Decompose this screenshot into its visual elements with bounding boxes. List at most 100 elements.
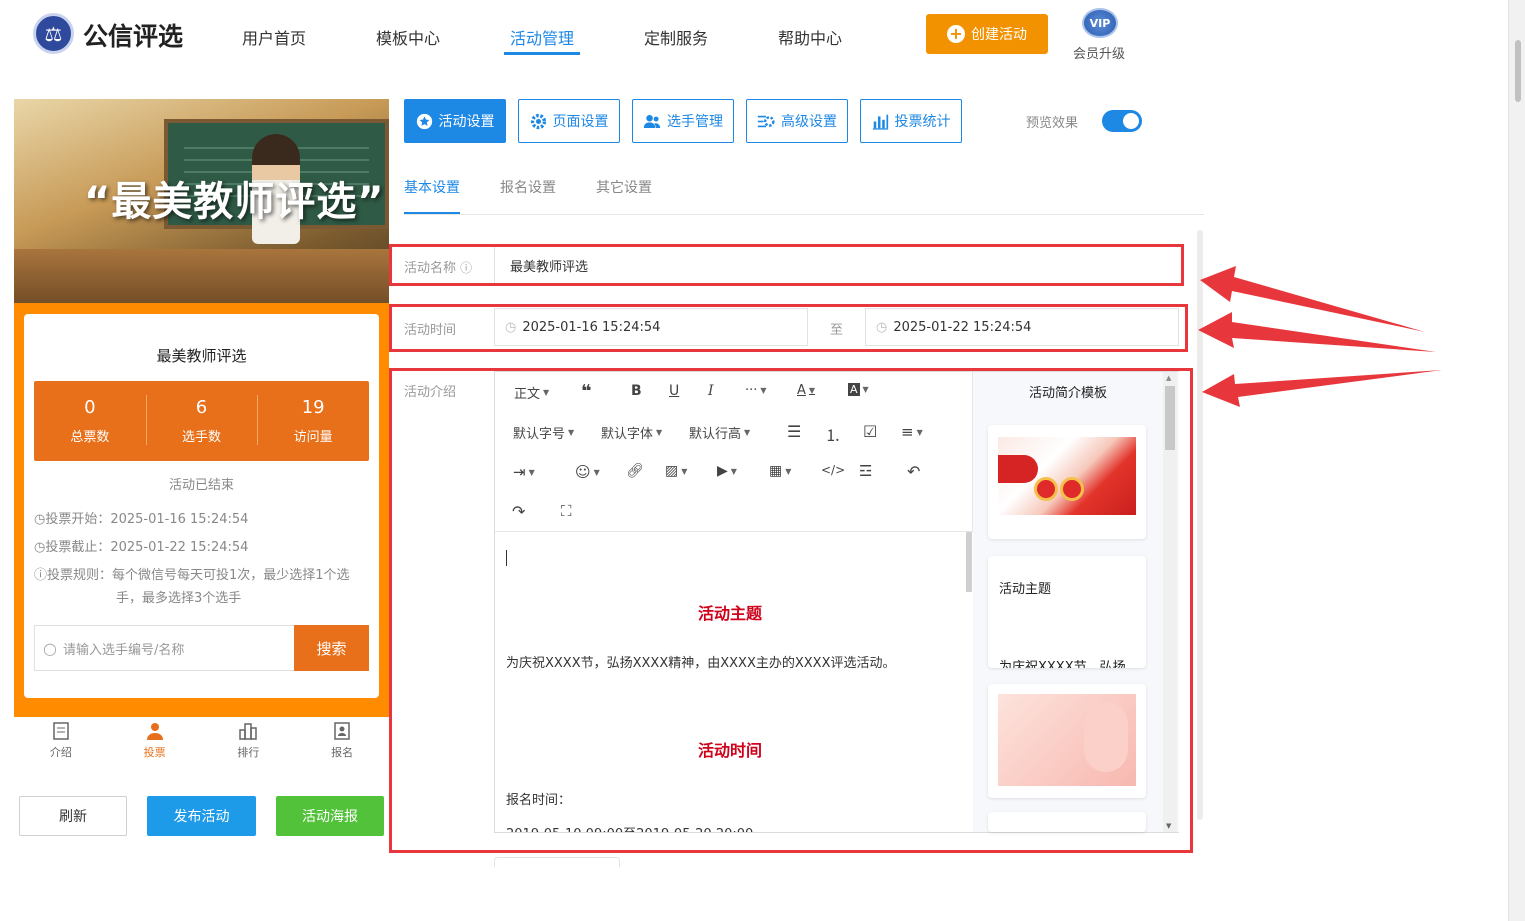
nav-custom-service[interactable]: 定制服务 bbox=[644, 25, 708, 49]
code-icon[interactable]: </> bbox=[821, 463, 845, 477]
candidate-management-button[interactable]: 选手管理 bbox=[632, 99, 734, 143]
page-settings-label: 页面设置 bbox=[552, 114, 609, 130]
stat-value: 6 bbox=[195, 397, 208, 418]
template-card-red[interactable] bbox=[988, 425, 1146, 539]
tab-signup[interactable]: 报名 bbox=[295, 717, 389, 767]
image-icon[interactable]: ▨ ▼ bbox=[665, 463, 687, 479]
activity-poster-button[interactable]: 活动海报 bbox=[276, 796, 384, 836]
logo-text[interactable]: 公信评选 bbox=[83, 17, 183, 53]
numbered-list-icon[interactable]: ⒈ bbox=[825, 422, 841, 446]
link-icon[interactable]: 🔗︎ bbox=[626, 463, 644, 479]
stat-candidates: 6 选手数 bbox=[145, 381, 258, 461]
search-button[interactable]: 搜索 bbox=[294, 625, 369, 671]
banner-title: “最美教师评选” bbox=[84, 179, 385, 225]
candidate-search-input[interactable]: ○ 请输入选手编号/名称 bbox=[34, 625, 294, 671]
emoji-icon[interactable]: ☺ ▼ bbox=[575, 463, 600, 481]
divider-icon[interactable]: ☲ bbox=[859, 462, 872, 480]
tab-intro[interactable]: 介绍 bbox=[14, 717, 108, 767]
publish-activity-button[interactable]: 发布活动 bbox=[147, 796, 256, 836]
template-card-text[interactable]: 活动主题 为庆祝XXXX节，弘扬 bbox=[988, 556, 1146, 668]
create-activity-label: 创建活动 bbox=[971, 27, 1027, 43]
tab-vote[interactable]: 投票 bbox=[108, 717, 202, 767]
tab-rank[interactable]: 排行 bbox=[202, 717, 296, 767]
nav-activity-management[interactable]: 活动管理 bbox=[510, 25, 574, 49]
rich-text-editor: 正文 ▼ ❝ B U I ··· ▼ A ▼ A ▼ 默认字号 ▼ 默认字体 ▼ 默认行高 ▼… bbox=[494, 371, 1179, 833]
tab-rank-label: 排行 bbox=[237, 746, 260, 759]
start-time-input[interactable]: ◷ 2025-01-16 15:24:54 bbox=[494, 308, 808, 346]
vip-upgrade-link[interactable]: 会员升级 bbox=[1073, 43, 1125, 62]
activity-banner-image: “最美教师评选” bbox=[14, 99, 389, 303]
activity-name-value: 最美教师评选 bbox=[510, 259, 589, 275]
preview-card-title: 最美教师评选 bbox=[156, 347, 247, 365]
text-cursor bbox=[506, 550, 507, 566]
tab-vote-label: 投票 bbox=[143, 746, 166, 759]
paragraph-select[interactable]: 正文 ▼ bbox=[514, 383, 549, 402]
logo-icon[interactable]: ⚖ bbox=[33, 13, 74, 54]
font-family-select[interactable]: 默认字体 ▼ bbox=[601, 423, 662, 442]
tab-other-settings[interactable]: 其它设置 bbox=[596, 177, 652, 197]
fullscreen-icon[interactable]: ⛶ bbox=[561, 502, 572, 520]
vote-statistics-button[interactable]: 投票统计 bbox=[860, 99, 962, 143]
checklist-icon[interactable]: ☑ bbox=[863, 422, 877, 441]
nav-template-center[interactable]: 模板中心 bbox=[376, 25, 440, 49]
activity-settings-button[interactable]: 活动设置 bbox=[404, 99, 506, 143]
underline-button[interactable]: U bbox=[669, 383, 679, 399]
page-settings-button[interactable]: 页面设置 bbox=[518, 99, 620, 143]
background-color-button[interactable]: A ▼ bbox=[848, 383, 869, 396]
plus-icon: + bbox=[947, 25, 965, 43]
refresh-button[interactable]: 刷新 bbox=[19, 796, 127, 836]
search-icon: ○ bbox=[43, 638, 57, 658]
ranking-icon bbox=[239, 723, 258, 740]
font-size-select[interactable]: 默认字号 ▼ bbox=[513, 423, 574, 442]
sliders-icon bbox=[757, 115, 775, 127]
bullet-list-icon[interactable]: ☰ bbox=[787, 422, 801, 441]
italic-button[interactable]: I bbox=[708, 383, 714, 399]
quote-icon[interactable]: ❝ bbox=[581, 381, 592, 402]
help-icon[interactable]: ⓘ bbox=[460, 261, 472, 275]
content-signup-time: 报名时间： bbox=[506, 793, 572, 808]
stat-total-votes: 0 总票数 bbox=[34, 381, 146, 461]
template-card-pink[interactable] bbox=[988, 684, 1146, 798]
preview-effect-toggle[interactable] bbox=[1102, 110, 1142, 132]
more-button[interactable]: ··· ▼ bbox=[745, 383, 767, 398]
indent-icon[interactable]: ⇥ ▼ bbox=[513, 463, 535, 481]
template-scrollbar[interactable]: ▲ ▼ bbox=[1163, 372, 1177, 832]
settings-scrollbar[interactable] bbox=[1197, 230, 1203, 820]
template-scrollbar-thumb[interactable] bbox=[1165, 386, 1175, 450]
bold-button[interactable]: B bbox=[631, 383, 642, 399]
table-icon[interactable]: ▦ ▼ bbox=[769, 463, 791, 479]
page-scrollbar[interactable] bbox=[1508, 0, 1525, 921]
gear-icon bbox=[530, 113, 546, 129]
create-activity-button[interactable]: + 创建活动 bbox=[926, 14, 1048, 54]
template-card-next[interactable] bbox=[988, 812, 1146, 832]
vote-end-text: 投票截止：2025-01-22 15:24:54 bbox=[45, 540, 249, 555]
line-height-select[interactable]: 默认行高 ▼ bbox=[689, 423, 750, 442]
undo-icon[interactable]: ↶ bbox=[907, 462, 920, 481]
tab-basic-settings[interactable]: 基本设置 bbox=[404, 177, 460, 197]
vote-rule-info: ⓘ投票规则：每个微信号每天可投1次，最少选择1个选 bbox=[34, 564, 350, 587]
editor-scrollbar[interactable] bbox=[966, 532, 972, 592]
nav-active-indicator bbox=[504, 52, 580, 55]
font-color-button[interactable]: A ▼ bbox=[797, 383, 815, 398]
nav-user-home[interactable]: 用户首页 bbox=[242, 25, 306, 49]
stat-value: 19 bbox=[301, 397, 325, 418]
align-icon[interactable]: ≡ ▼ bbox=[901, 423, 923, 441]
activity-name-input[interactable]: 最美教师评选 bbox=[494, 247, 1179, 283]
signup-icon bbox=[334, 722, 350, 740]
end-time-value: 2025-01-22 15:24:54 bbox=[893, 319, 1032, 335]
vip-icon[interactable]: VIP bbox=[1082, 8, 1118, 38]
nav-help-center[interactable]: 帮助中心 bbox=[778, 25, 842, 49]
subtab-divider bbox=[404, 214, 1204, 215]
editor-content[interactable]: 活动主题 为庆祝XXXX节，弘扬XXXX精神，由XXXX主办的XXXX评选活动。… bbox=[495, 532, 973, 832]
next-field-edge bbox=[494, 857, 620, 867]
end-time-input[interactable]: ◷ 2025-01-22 15:24:54 bbox=[865, 308, 1179, 346]
activity-status: 活动已结束 bbox=[168, 478, 234, 493]
page-scrollbar-thumb[interactable] bbox=[1515, 40, 1521, 102]
activity-name-label: 活动名称 ⓘ bbox=[404, 261, 473, 276]
video-icon[interactable]: ▶ ▼ bbox=[717, 463, 737, 479]
arrow-to-time bbox=[1198, 312, 1436, 352]
advanced-settings-button[interactable]: 高级设置 bbox=[746, 99, 848, 143]
clock-icon: ◷ bbox=[34, 512, 46, 527]
tab-signup-settings[interactable]: 报名设置 bbox=[500, 177, 556, 197]
redo-icon[interactable]: ↷ bbox=[512, 502, 525, 521]
